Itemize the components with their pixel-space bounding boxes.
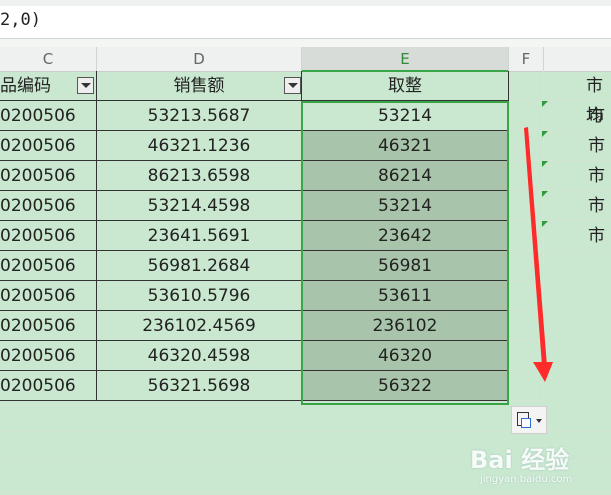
header-sales-label: 销售额 — [173, 76, 225, 96]
cell-f[interactable] — [509, 101, 548, 131]
toolbar-gap — [0, 39, 611, 47]
cell-market[interactable]: 市 — [544, 191, 611, 221]
header-round-label: 取整 — [388, 76, 422, 96]
cell-round[interactable]: 53214 — [302, 101, 509, 131]
formula-bar[interactable]: 2,0) — [0, 0, 611, 39]
table-row: 0200506 56321.5698 56322 — [0, 371, 611, 401]
cell-round[interactable]: 53214 — [302, 191, 509, 221]
cell-sales[interactable]: 236102.4569 — [97, 311, 302, 341]
cell-round[interactable]: 236102 — [302, 311, 509, 341]
cell-f[interactable] — [509, 371, 544, 401]
cell-code[interactable]: 0200506 — [0, 191, 97, 221]
col-header-c[interactable]: C — [0, 47, 97, 71]
table-row: 0200506 53214.4598 53214 市 — [0, 191, 611, 221]
cell-market[interactable] — [544, 281, 611, 311]
table-row: 0200506 53610.5796 53611 — [0, 281, 611, 311]
cell-code[interactable]: 0200506 — [0, 311, 97, 341]
cell-market[interactable] — [544, 371, 611, 401]
filter-dropdown-icon[interactable] — [284, 77, 301, 94]
cell-code[interactable]: 0200506 — [0, 281, 97, 311]
cell-sales[interactable]: 56981.2684 — [97, 251, 302, 281]
cell-market[interactable] — [544, 341, 611, 371]
cell-round[interactable]: 46320 — [302, 341, 509, 371]
cell-sales[interactable]: 53610.5796 — [97, 281, 302, 311]
cell-sales[interactable]: 46320.4598 — [97, 341, 302, 371]
table-row: 0200506 56981.2684 56981 — [0, 251, 611, 281]
table-row: 0200506 23641.5691 23642 市 — [0, 221, 611, 251]
cell-f[interactable] — [509, 251, 544, 281]
cell-code[interactable]: 0200506 — [0, 221, 97, 251]
cell-round[interactable]: 56322 — [302, 371, 509, 401]
table-row: 0200506 46320.4598 46320 — [0, 341, 611, 371]
watermark-logo: Bai 经验 jingyan.baidu.com — [470, 440, 600, 490]
cell-f[interactable] — [509, 191, 548, 221]
col-header-g[interactable] — [544, 47, 611, 71]
header-cell-market[interactable]: 市均 — [544, 71, 611, 126]
cell-round[interactable]: 53611 — [302, 281, 509, 311]
cell-market[interactable]: 市 — [544, 161, 611, 191]
cell-round[interactable]: 23642 — [302, 221, 509, 251]
cell-market[interactable] — [544, 311, 611, 341]
cell-sales[interactable]: 53214.4598 — [97, 191, 302, 221]
filter-dropdown-icon[interactable] — [77, 77, 94, 94]
table-row: 0200506 46321.1236 46321 市 — [0, 131, 611, 161]
column-headers: C D E F — [0, 47, 611, 72]
cell-code[interactable]: 0200506 — [0, 371, 97, 401]
chevron-down-icon — [536, 419, 542, 423]
cell-round[interactable]: 56981 — [302, 251, 509, 281]
cell-market[interactable]: 市 — [544, 101, 611, 131]
cell-f[interactable] — [509, 311, 544, 341]
cell-code[interactable]: 0200506 — [0, 251, 97, 281]
col-header-f[interactable]: F — [509, 47, 544, 71]
quick-analysis-button[interactable] — [511, 406, 547, 434]
table-icon — [521, 418, 531, 428]
header-code-label: 品编码 — [0, 76, 51, 96]
cell-sales[interactable]: 23641.5691 — [97, 221, 302, 251]
column-selection-indicator — [302, 70, 508, 72]
cell-f[interactable] — [509, 221, 548, 251]
watermark-subtext: jingyan.baidu.com — [480, 474, 573, 485]
table-row: 0200506 53213.5687 53214 市 — [0, 101, 611, 131]
cell-code[interactable]: 0200506 — [0, 341, 97, 371]
cell-code[interactable]: 0200506 — [0, 161, 97, 191]
cell-sales[interactable]: 56321.5698 — [97, 371, 302, 401]
cell-f[interactable] — [509, 131, 548, 161]
watermark-text: Bai 经验 — [470, 446, 570, 474]
header-cell-round[interactable]: 取整 — [302, 71, 509, 101]
col-header-d[interactable]: D — [97, 47, 302, 71]
cell-round[interactable]: 86214 — [302, 161, 509, 191]
cell-code[interactable]: 0200506 — [0, 101, 97, 131]
formula-text: 2,0) — [0, 10, 41, 30]
table-row: 0200506 86213.6598 86214 市 — [0, 161, 611, 191]
header-cell-sales[interactable]: 销售额 — [97, 71, 302, 101]
table-header-row: 品编码 销售额 取整 市均 — [0, 71, 611, 126]
cell-f[interactable] — [509, 281, 544, 311]
cell-f[interactable] — [509, 341, 544, 371]
table-row: 0200506 236102.4569 236102 — [0, 311, 611, 341]
cell-code[interactable]: 0200506 — [0, 131, 97, 161]
cell-sales[interactable]: 46321.1236 — [97, 131, 302, 161]
col-header-e[interactable]: E — [302, 47, 509, 71]
cell-market[interactable] — [544, 251, 611, 281]
cell-f[interactable] — [509, 71, 544, 101]
cell-market[interactable]: 市 — [544, 131, 611, 161]
cell-round[interactable]: 46321 — [302, 131, 509, 161]
cell-market[interactable]: 市 — [544, 221, 611, 251]
cell-sales[interactable]: 53213.5687 — [97, 101, 302, 131]
cell-sales[interactable]: 86213.6598 — [97, 161, 302, 191]
cell-f[interactable] — [509, 161, 548, 191]
